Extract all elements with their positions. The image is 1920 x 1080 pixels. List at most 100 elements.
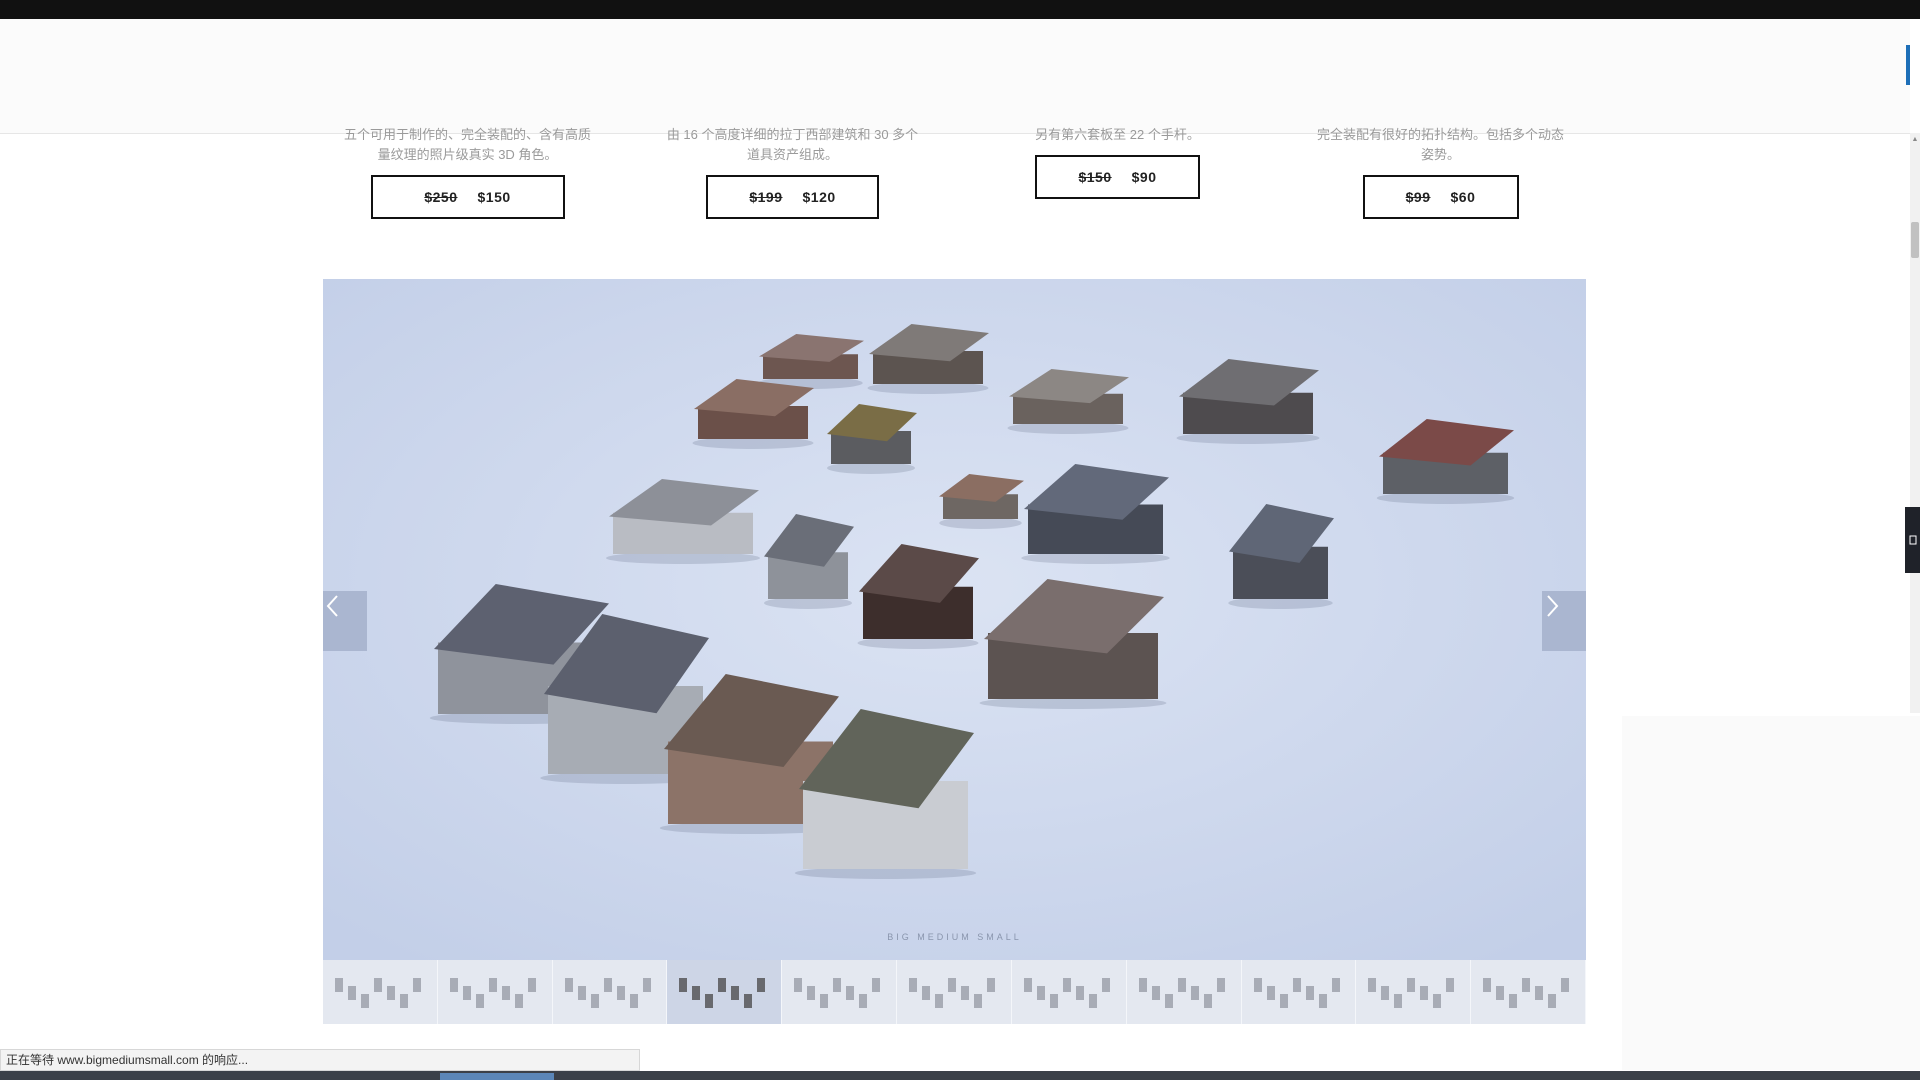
product-description: 完全装配有很好的拓扑结构。包括多个动态 姿势。	[1303, 125, 1578, 165]
product-desc-line: 五个可用于制作的、完全装配的、含有高质	[343, 127, 591, 142]
thumbnail-figure	[1279, 994, 1288, 1008]
chevron-right-icon	[1547, 595, 1559, 617]
product-card-4: 完全装配有很好的拓扑结构。包括多个动态 姿势。 $99 $60	[1303, 125, 1578, 219]
thumbnail-figure	[642, 978, 651, 992]
price-button[interactable]: $99 $60	[1362, 175, 1519, 219]
tab-icon	[1909, 535, 1916, 545]
thumbnail-figure	[961, 986, 970, 1000]
thumbnail-figure	[1496, 986, 1505, 1000]
thumbnail-figure	[1151, 986, 1160, 1000]
gallery-thumbnail[interactable]	[323, 960, 438, 1024]
product-description: 五个可用于制作的、完全装配的、含有高质 量纹理的照片级真实 3D 角色。	[330, 125, 605, 165]
thumbnail-figure	[1164, 994, 1173, 1008]
gallery-thumbnail[interactable]	[667, 960, 783, 1024]
thumbnail-figure	[794, 978, 803, 992]
thumbnail-figure	[514, 994, 523, 1008]
price-button[interactable]: $199 $120	[706, 175, 879, 219]
thumbnail-figure	[807, 986, 816, 1000]
thumbnail-image	[794, 978, 881, 1008]
side-feedback-tab[interactable]	[1905, 507, 1920, 573]
new-price: $60	[1450, 189, 1476, 205]
thumbnail-figure	[603, 978, 612, 992]
gallery-thumbnail[interactable]	[1241, 960, 1357, 1024]
product-card-3: 另有第六套板至 22 个手杆。 $150 $90	[980, 125, 1255, 199]
thumbnail-figure	[744, 994, 753, 1008]
thumbnail-figure	[449, 978, 458, 992]
thumbnail-figure	[1190, 986, 1199, 1000]
window-top-bar	[0, 0, 1920, 19]
side-panel	[1622, 716, 1920, 1070]
thumbnail-figure	[731, 986, 740, 1000]
thumbnail-figure	[679, 978, 688, 992]
browser-status-bar: 正在等待 www.bigmediumsmall.com 的响应...	[0, 1049, 640, 1071]
product-description: 另有第六套板至 22 个手杆。	[980, 125, 1255, 145]
old-price: $250	[424, 189, 458, 205]
product-desc-line: 由 16 个高度详细的拉丁西部建筑和 30 多个	[666, 127, 919, 142]
thumbnail-figure	[1305, 986, 1314, 1000]
product-gallery: BIG MEDIUM SMALL	[323, 279, 1586, 1024]
thumbnail-image	[449, 978, 536, 1008]
thumbnail-figure	[361, 994, 369, 1008]
thumbnail-figure	[629, 994, 638, 1008]
product-desc-line: 姿势。	[1420, 147, 1460, 162]
thumbnail-figure	[859, 994, 868, 1008]
gallery-thumbnail[interactable]	[897, 960, 1012, 1024]
thumbnail-figure	[705, 994, 714, 1008]
thumbnail-figure	[1216, 978, 1225, 992]
gallery-prev-button[interactable]	[323, 591, 367, 651]
thumbnail-figure	[1177, 978, 1186, 992]
scrollbar-thumb[interactable]	[1911, 222, 1919, 258]
thumbnail-figure	[987, 978, 996, 992]
taskbar-active-app[interactable]	[440, 1073, 554, 1080]
thumbnail-figure	[1446, 978, 1455, 992]
thumbnail-figure	[1253, 978, 1262, 992]
thumbnail-figure	[948, 978, 957, 992]
header-accent	[1906, 45, 1910, 85]
thumbnail-image	[1253, 978, 1340, 1008]
gallery-thumbnail[interactable]	[1356, 960, 1472, 1024]
gallery-thumbnail[interactable]	[552, 960, 668, 1024]
price-button[interactable]: $250 $150	[370, 175, 565, 219]
thumbnail-image	[564, 978, 651, 1008]
old-price: $99	[1405, 189, 1431, 205]
thumbnail-figure	[400, 994, 408, 1008]
gallery-next-button[interactable]	[1542, 591, 1586, 651]
thumbnail-figure	[1292, 978, 1301, 992]
gallery-thumbnail[interactable]	[1126, 960, 1242, 1024]
thumbnail-figure	[872, 978, 881, 992]
thumbnail-figure	[1023, 978, 1032, 992]
price-button[interactable]: $150 $90	[1035, 155, 1200, 199]
thumbnail-figure	[1433, 994, 1442, 1008]
gallery-caption: BIG MEDIUM SMALL	[887, 932, 1022, 942]
product-desc-line: 完全装配有很好的拓扑结构。包括多个动态	[1316, 127, 1564, 142]
thumbnail-figure	[577, 986, 586, 1000]
thumbnail-figure	[501, 986, 510, 1000]
thumbnail-figure	[846, 986, 855, 1000]
product-desc-line: 道具资产组成。	[746, 147, 838, 162]
thumbnail-figure	[1075, 986, 1084, 1000]
new-price: $150	[477, 189, 511, 205]
thumbnail-image	[1138, 978, 1225, 1008]
gallery-thumbnail[interactable]	[1011, 960, 1127, 1024]
scroll-up-arrow-icon[interactable]: ▲	[1911, 136, 1919, 144]
gallery-thumbnail[interactable]	[782, 960, 898, 1024]
thumbnail-figure	[1088, 994, 1097, 1008]
chevron-left-icon	[326, 595, 338, 617]
site-header	[0, 19, 1910, 134]
gallery-thumbnail[interactable]	[1471, 960, 1586, 1024]
thumbnail-figure	[922, 986, 931, 1000]
thumbnail-figure	[935, 994, 944, 1008]
scrollbar-track[interactable]	[1910, 133, 1920, 713]
thumbnail-figure	[1138, 978, 1147, 992]
thumbnail-figure	[564, 978, 573, 992]
thumbnail-figure	[1049, 994, 1058, 1008]
thumbnail-figure	[590, 994, 599, 1008]
thumbnail-figure	[1522, 978, 1531, 992]
thumbnail-figure	[387, 986, 395, 1000]
thumbnail-figure	[413, 978, 421, 992]
old-price: $199	[749, 189, 783, 205]
gallery-thumbnail[interactable]	[437, 960, 553, 1024]
thumbnail-figure	[1062, 978, 1071, 992]
thumbnail-image	[1368, 978, 1455, 1008]
thumbnail-figure	[1318, 994, 1327, 1008]
